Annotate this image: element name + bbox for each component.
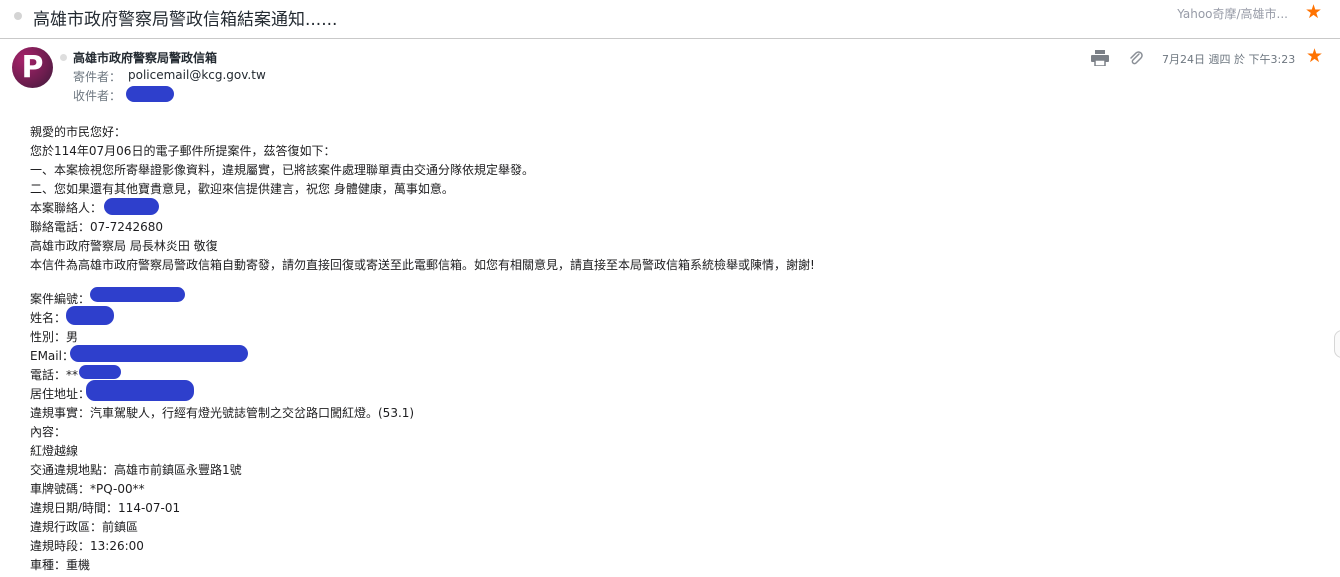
email-date: 7月24日 週四 於 下午3:23 [1162,53,1296,66]
redacted-contact [104,198,159,215]
violation-location: 交通違規地點：高雄市前鎮區永豐路1號 [30,463,242,477]
print-icon[interactable] [1091,50,1109,66]
auto-notice: 本信件為高雄市政府警察局警政信箱自動寄發，請勿直接回復或寄送至此電郵信箱。如您有… [30,258,815,272]
side-panel-handle[interactable] [1334,330,1340,358]
contact-label: 本案聯絡人： [30,201,103,215]
phone-line: 聯絡電話：07-7242680 [30,220,164,234]
from-label: 寄件者： [73,70,122,84]
folder-breadcrumb[interactable]: Yahoo奇摩/高雄市... [1177,5,1288,22]
sender-email[interactable]: policemail@kcg.gov.tw [128,68,266,82]
redacted-address [86,380,194,401]
star-icon[interactable]: ★ [1305,3,1322,22]
name-label: 姓名： [30,311,67,325]
read-status-dot-icon[interactable] [60,54,67,61]
greeting: 親愛的市民您好： [30,125,127,139]
violation-district: 違規行政區：前鎮區 [30,520,139,534]
body-line-1: 您於114年07月06日的電子郵件所提案件，茲答復如下： [30,144,336,158]
redacted-case-number [90,287,185,302]
sender-avatar: P [12,47,53,88]
unread-dot-icon[interactable] [14,12,22,20]
case-number-label: 案件編號： [30,292,91,306]
paperclip-icon[interactable] [1128,50,1144,66]
vehicle-type: 車種：重機 [30,558,91,572]
violation-time: 違規時段：13:26:00 [30,539,144,553]
body-line-3: 二、您如果還有其他寶貴意見，歡迎來信提供建言，祝您 身體健康，萬事如意。 [30,182,454,196]
redacted-name [66,306,114,325]
body-line-2: 一、本案檢視您所寄舉證影像資料，違規屬實，已將該案件處理聯單責由交通分隊依規定舉… [30,163,535,177]
content-label: 內容： [30,425,67,439]
redacted-phone [79,365,121,379]
gender-line: 性別：男 [30,330,79,344]
star-icon[interactable]: ★ [1306,47,1323,66]
address-label: 居住地址： [30,387,91,401]
redacted-email [70,345,248,362]
tel-label: 電話：** [30,368,79,382]
sender-name: 高雄市政府警察局警政信箱 [73,51,218,65]
email-label: EMail： [30,349,74,363]
subject-bar: 高雄市政府警察局警政信箱結案通知...... Yahoo奇摩/高雄市... ★ [0,0,1340,39]
signature: 高雄市政府警察局 局長林炎田 敬復 [30,239,218,253]
content-value: 紅燈越線 [30,444,79,458]
plate-number: 車牌號碼：*PQ-00** [30,482,145,496]
redacted-recipient [126,86,174,102]
email-subject: 高雄市政府警察局警政信箱結案通知...... [33,10,338,30]
violation-fact: 違規事實：汽車駕駛人，行經有燈光號誌管制之交岔路口闖紅燈。(53.1) [30,406,415,420]
to-label: 收件者： [73,89,122,103]
violation-date: 違規日期/時間：114-07-01 [30,501,181,515]
